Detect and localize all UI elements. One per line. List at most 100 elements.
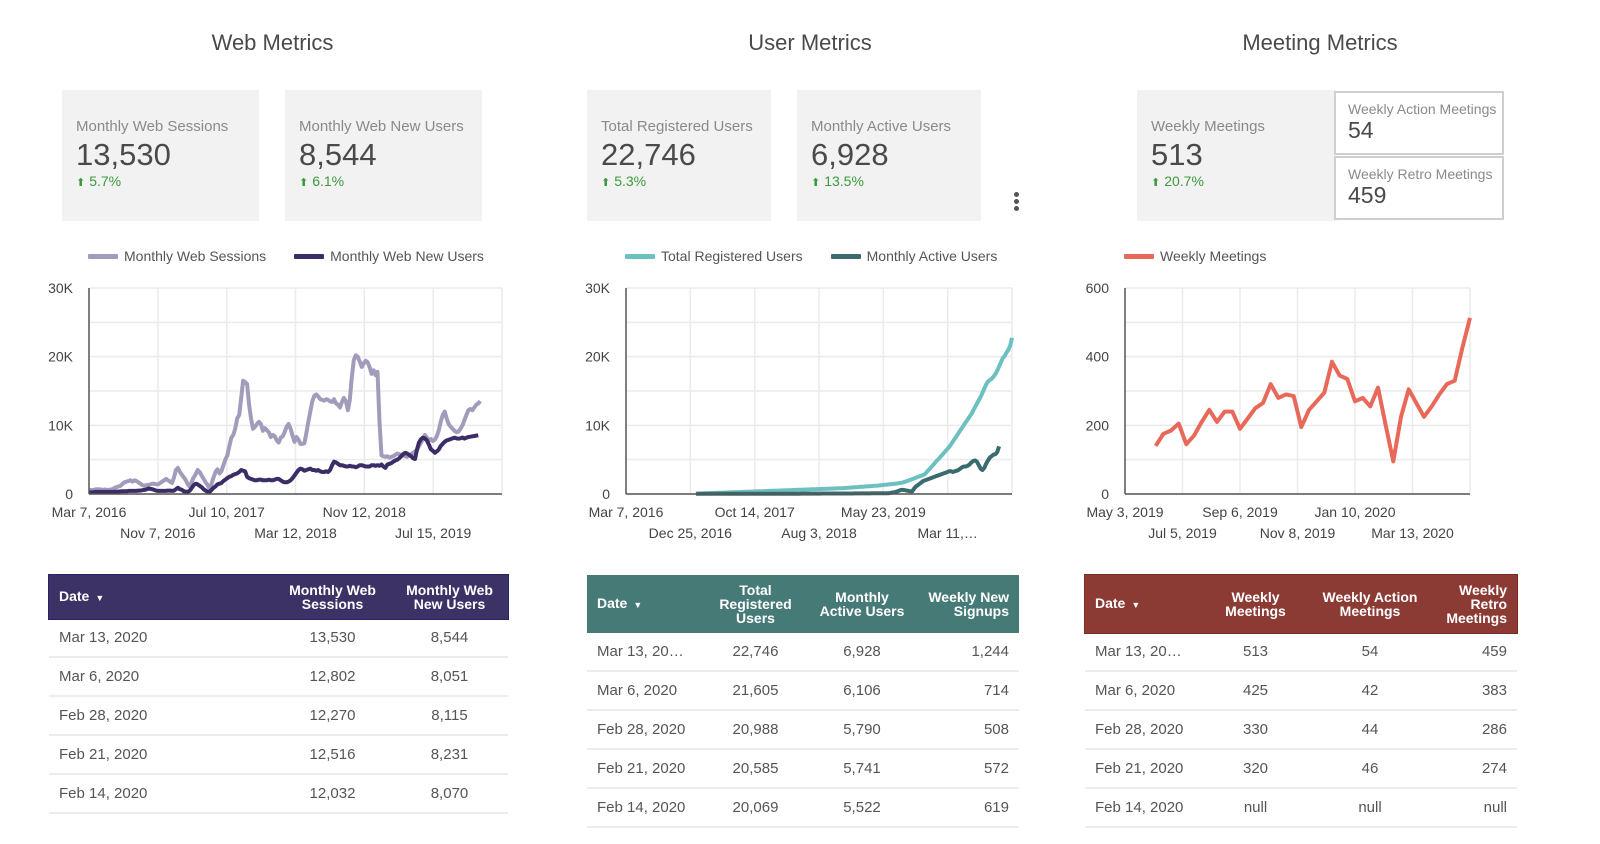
x-tick-label: May 23, 2019 <box>841 504 926 520</box>
table-cell: Mar 6, 2020 <box>1085 671 1202 711</box>
legend-label: Weekly Meetings <box>1160 248 1267 264</box>
more-vert-icon[interactable] <box>1010 190 1022 214</box>
delta-value: 5.7% <box>89 173 122 189</box>
table-cell: 8,051 <box>391 657 508 697</box>
table-cell: 22,746 <box>704 633 807 672</box>
column-header[interactable]: Weekly New Signups <box>917 575 1019 633</box>
meeting-chart-legend: Weekly Meetings <box>1124 248 1266 264</box>
sort-desc-icon: ▼ <box>1131 600 1141 610</box>
table-row: Mar 6, 2020 425 42 383 <box>1085 671 1517 711</box>
column-header-date[interactable]: Date ▼ <box>1085 575 1202 633</box>
y-tick-label: 20K <box>585 349 611 365</box>
scorecard-monthly-active-users[interactable]: Monthly Active Users 6,928 ⬆ 13.5% <box>797 90 981 221</box>
column-header-date[interactable]: Date ▼ <box>587 575 704 633</box>
table-cell: 320 <box>1202 749 1309 789</box>
table-cell: 383 <box>1431 671 1517 711</box>
y-tick-label: 200 <box>1086 417 1110 433</box>
scorecard-delta: ⬆ 13.5% <box>811 173 967 189</box>
column-header[interactable]: Monthly Web New Users <box>391 575 508 619</box>
table-row: Feb 21, 2020 12,516 8,231 <box>49 735 508 775</box>
table-cell: 20,585 <box>704 749 807 789</box>
x-tick-label: Mar 13, 2020 <box>1371 525 1454 541</box>
x-tick-label: Nov 7, 2016 <box>120 525 196 541</box>
x-tick-label: Nov 8, 2019 <box>1260 525 1336 541</box>
table-cell: 8,544 <box>391 619 508 658</box>
x-tick-label: Dec 25, 2016 <box>649 525 732 541</box>
table-cell: Mar 6, 2020 <box>587 671 704 711</box>
legend-item[interactable]: Monthly Web New Users <box>294 248 484 264</box>
header-label: Date <box>1095 595 1126 611</box>
scorecard-total-registered-users[interactable]: Total Registered Users 22,746 ⬆ 5.3% <box>587 90 771 221</box>
table-cell: Mar 13, 2020 <box>49 619 274 658</box>
x-tick-label: Jul 5, 2019 <box>1148 525 1217 541</box>
legend-swatch <box>294 253 325 259</box>
column-header[interactable]: Weekly Action Meetings <box>1309 575 1431 633</box>
table-cell: Feb 28, 2020 <box>587 710 704 750</box>
table-cell: 286 <box>1431 710 1517 750</box>
scorecard-label: Weekly Retro Meetings <box>1348 166 1493 182</box>
column-header-date[interactable]: Date ▼ <box>49 575 274 619</box>
y-tick-label: 0 <box>65 486 73 502</box>
meeting-metrics-table: Date ▼ Weekly Meetings Weekly Action Meet… <box>1084 574 1518 828</box>
table-cell: 274 <box>1431 749 1517 789</box>
table-cell: Mar 13, 20… <box>587 633 704 672</box>
y-tick-label: 20K <box>48 349 74 365</box>
column-header[interactable]: Weekly Retro Meetings <box>1431 575 1517 633</box>
scorecard-weekly-retro-meetings[interactable]: Weekly Retro Meetings 459 <box>1334 156 1504 220</box>
table-cell: 8,070 <box>391 774 508 814</box>
table-cell: 508 <box>917 710 1019 750</box>
y-tick-label: 0 <box>602 486 610 502</box>
table-cell: 12,802 <box>274 657 391 697</box>
table-cell: 12,032 <box>274 774 391 814</box>
scorecard-monthly-web-sessions[interactable]: Monthly Web Sessions 13,530 ⬆ 5.7% <box>62 90 259 221</box>
table-row: Feb 21, 2020 320 46 274 <box>1085 749 1517 789</box>
arrow-up-icon: ⬆ <box>299 177 309 189</box>
table-row: Mar 13, 2020 13,530 8,544 <box>49 619 508 658</box>
table-row: Mar 13, 20… 513 54 459 <box>1085 633 1517 672</box>
table-cell: null <box>1431 788 1517 828</box>
series-line-total-registered-users[interactable] <box>695 337 1014 496</box>
table-cell: 20,988 <box>704 710 807 750</box>
legend-item[interactable]: Total Registered Users <box>625 248 803 264</box>
scorecard-label: Weekly Meetings <box>1151 118 1265 135</box>
column-header[interactable]: Weekly Meetings <box>1202 575 1309 633</box>
meeting-metrics-chart[interactable]: 0 200 400 600 May 3, 2019 Jul 5, 2019 Sep 6, 2… <box>0 0 1600 560</box>
legend-swatch <box>625 253 655 259</box>
user-metrics-chart[interactable]: 0 10K 20K 30K Mar 7, 2016 Dec 25, 2016 Oct 14,… <box>0 0 1600 560</box>
web-metrics-title: Web Metrics <box>211 30 334 55</box>
column-header[interactable]: Monthly Web Sessions <box>274 575 391 619</box>
table-row: Feb 14, 2020 20,069 5,522 619 <box>587 788 1019 828</box>
table-row: Feb 28, 2020 12,270 8,115 <box>49 696 508 736</box>
scorecard-value: 54 <box>1348 117 1374 143</box>
column-header[interactable]: Monthly Active Users <box>807 575 917 633</box>
legend-swatch <box>1124 253 1154 259</box>
scorecard-label: Monthly Web New Users <box>299 118 464 135</box>
series-line-monthly-web-sessions[interactable] <box>88 353 482 493</box>
x-tick-label: Mar 12, 2018 <box>254 525 337 541</box>
web-metrics-chart[interactable]: 0 10K 20K 30K Mar 7, 2016 Nov 7, 2016 Jul 10, … <box>0 0 1600 560</box>
table-cell: 13,530 <box>274 619 391 658</box>
legend-item[interactable]: Monthly Active Users <box>830 248 997 264</box>
table-cell: 1,244 <box>917 633 1019 672</box>
arrow-up-icon: ⬆ <box>1151 177 1161 189</box>
x-tick-label: Jan 10, 2020 <box>1315 504 1396 520</box>
table-cell: Feb 14, 2020 <box>49 774 274 814</box>
series-line-monthly-web-new-users[interactable] <box>88 433 479 495</box>
legend-item[interactable]: Weekly Meetings <box>1124 248 1266 264</box>
column-header[interactable]: Total Registered Users <box>704 575 807 633</box>
scorecard-monthly-web-new-users[interactable]: Monthly Web New Users 8,544 ⬆ 6.1% <box>285 90 482 221</box>
table-cell: 425 <box>1202 671 1309 711</box>
series-line-monthly-active-users[interactable] <box>696 445 1001 496</box>
user-metrics-title: User Metrics <box>748 30 872 55</box>
user-chart-legend: Total Registered Users Monthly Active Us… <box>625 248 997 264</box>
series-line-weekly-meetings[interactable] <box>1154 317 1472 464</box>
y-tick-label: 30K <box>48 280 74 296</box>
table-cell: Feb 21, 2020 <box>49 735 274 775</box>
scorecard-weekly-meetings[interactable]: Weekly Meetings 513 ⬆ 20.7% <box>1137 90 1337 221</box>
table-row: Feb 28, 2020 330 44 286 <box>1085 710 1517 750</box>
scorecard-weekly-action-meetings[interactable]: Weekly Action Meetings 54 <box>1334 91 1504 155</box>
table-cell: 5,522 <box>807 788 917 828</box>
table-row: Feb 28, 2020 20,988 5,790 508 <box>587 710 1019 750</box>
legend-item[interactable]: Monthly Web Sessions <box>88 248 266 264</box>
meeting-metrics-title: Meeting Metrics <box>1242 30 1398 55</box>
